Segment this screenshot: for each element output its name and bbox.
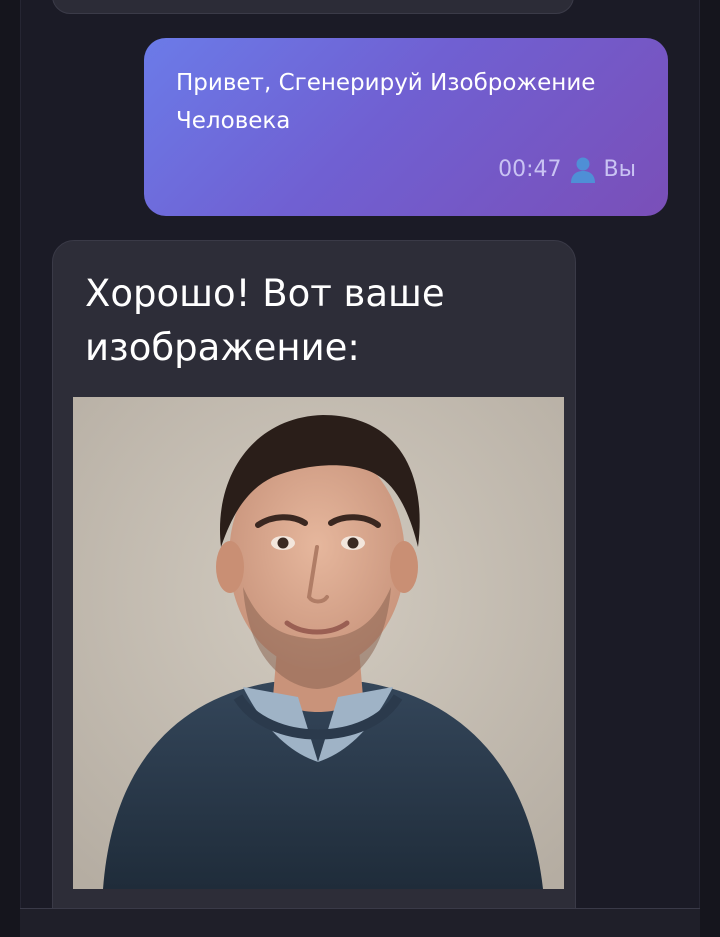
right-edge xyxy=(699,0,720,937)
generated-portrait-image[interactable] xyxy=(73,397,564,889)
sender-label: Вы xyxy=(603,156,636,182)
user-message-bubble: Привет, Сгенерируй Изоброжение Человека … xyxy=(144,38,668,216)
bot-message-bubble: Хорошо! Вот ваше изображение: xyxy=(52,240,576,937)
chat-screen: Привет, Сгенерируй Изоброжение Человека … xyxy=(0,0,720,937)
bot-message-text: Хорошо! Вот ваше изображение: xyxy=(85,272,445,369)
input-bar-edge xyxy=(20,908,700,937)
message-meta: 00:47 Вы xyxy=(498,154,636,184)
message-time: 00:47 xyxy=(498,156,562,182)
person-icon xyxy=(570,157,595,183)
previous-message-bubble xyxy=(52,0,574,14)
user-message-text: Привет, Сгенерируй Изоброжение Человека xyxy=(176,70,596,134)
portrait-illustration xyxy=(73,397,564,889)
left-edge xyxy=(0,0,21,937)
